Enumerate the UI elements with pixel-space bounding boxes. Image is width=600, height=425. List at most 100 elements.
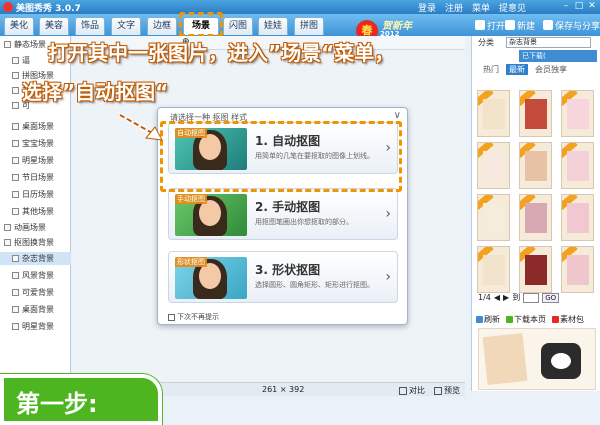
folder-icon — [12, 174, 19, 181]
category-holiday-scenes[interactable]: 节日场景 — [0, 171, 71, 184]
material-thumbnail[interactable] — [519, 194, 552, 241]
folder-icon — [12, 87, 19, 94]
category-desktop-scenes[interactable]: 桌面场景 — [0, 120, 71, 133]
tab-hot[interactable]: 热门 — [480, 64, 502, 75]
category-baby-scenes[interactable]: 宝宝场景 — [0, 137, 71, 150]
minimize-icon[interactable]: – — [560, 1, 572, 12]
category-label: 风景背景 — [22, 271, 54, 280]
category-label: 逼 — [22, 56, 30, 65]
chevron-right-icon: › — [385, 269, 391, 285]
top-links: 登录 注册 菜单 提意见 — [418, 1, 526, 14]
prev-page-icon[interactable]: ◀ — [494, 293, 500, 302]
refresh-button[interactable]: 刷新 — [476, 313, 500, 325]
category-animated-scenes[interactable]: 动画场景 — [0, 221, 71, 234]
category-star-background[interactable]: 明星背景 — [0, 320, 71, 333]
category-label: 宝宝场景 — [22, 139, 54, 148]
next-page-icon[interactable]: ▶ — [503, 293, 509, 302]
go-button[interactable]: GO — [542, 292, 560, 303]
register-link[interactable]: 注册 — [445, 1, 463, 14]
option-desc: 用抠图笔圈出你想抠取的部分。 — [255, 218, 353, 226]
material-thumbnail[interactable] — [561, 194, 594, 241]
collapse-icon[interactable]: ∨ — [394, 110, 401, 121]
category-cutout-background[interactable]: 抠图换背景 — [0, 236, 71, 249]
folder-icon — [4, 41, 11, 48]
tab-frame[interactable]: 边框 — [147, 17, 177, 35]
material-thumbnail[interactable] — [477, 194, 510, 241]
pager: 1/4 ◀ ▶ 到 GO — [478, 292, 560, 303]
category-label: 日历场景 — [22, 190, 54, 199]
category-landscape-background[interactable]: 风景背景 — [0, 269, 71, 282]
maximize-icon[interactable]: □ — [573, 1, 585, 12]
folder-icon — [475, 20, 485, 30]
manual-cutout-thumbnail: 手动抠图 — [175, 194, 247, 236]
folder-icon — [12, 72, 19, 79]
login-link[interactable]: 登录 — [418, 1, 436, 14]
category-label: 其他场景 — [22, 207, 54, 216]
download-icon — [506, 315, 513, 323]
new-button[interactable]: 新建 — [505, 18, 535, 32]
jump-label: 到 — [512, 293, 521, 302]
shape-cutout-thumbnail: 形状抠图 — [175, 257, 247, 299]
instruction-line-2: 选择”自动抠图“ — [22, 80, 169, 104]
material-pack-button[interactable]: 素材包 — [552, 313, 584, 325]
scene-tab-highlight — [179, 12, 223, 37]
category-cute-background[interactable]: 可爱背景 — [0, 286, 71, 299]
material-thumbnail[interactable] — [561, 142, 594, 189]
save-share-button[interactable]: 保存与分享 — [543, 18, 600, 32]
arrow-icon — [118, 112, 163, 141]
shape-cutout-option[interactable]: 形状抠图 3. 形状抠图 选择圆形、圆角矩形、矩形进行抠图。 › — [168, 251, 398, 303]
material-thumbnail[interactable] — [519, 246, 552, 293]
tab-doll[interactable]: 娃娃 — [258, 17, 288, 35]
promo-cards-image — [482, 333, 528, 385]
compare-button[interactable]: 对比 — [399, 385, 425, 396]
category-select[interactable]: 杂志背景 — [506, 37, 591, 48]
preview-label: 预览 — [444, 386, 460, 395]
material-thumbnail[interactable] — [519, 90, 552, 137]
tab-collage[interactable]: 拼图 — [294, 17, 324, 35]
tab-beauty[interactable]: 美容 — [39, 17, 69, 35]
folder-icon — [12, 323, 19, 330]
tab-beautify[interactable]: 美化 — [4, 17, 34, 35]
category-select-label: 分类 — [478, 38, 494, 47]
material-thumbnail[interactable] — [477, 142, 510, 189]
category-magazine-background[interactable]: 杂志背景 — [0, 252, 71, 265]
image-dimensions: 261 × 392 — [262, 385, 305, 394]
folder-icon — [12, 123, 19, 130]
folder-icon — [4, 224, 11, 231]
feedback-link[interactable]: 提意见 — [499, 1, 526, 14]
category-desktop-background[interactable]: 桌面背景 — [0, 303, 71, 316]
category-star-scenes[interactable]: 明星场景 — [0, 154, 71, 167]
menu-link[interactable]: 菜单 — [472, 1, 490, 14]
promo-banner[interactable] — [478, 328, 596, 390]
tab-accessories[interactable]: 饰品 — [75, 17, 105, 35]
downloaded-filter[interactable]: 已下载( — [519, 50, 597, 62]
close-icon[interactable]: ✕ — [586, 1, 598, 12]
dont-show-again-checkbox[interactable]: 下次不再提示 — [168, 312, 219, 322]
download-page-button[interactable]: 下载本页 — [506, 313, 546, 325]
step-badge: 第一步: — [0, 374, 162, 425]
open-button[interactable]: 打开 — [475, 18, 505, 32]
checkbox-icon[interactable] — [168, 313, 175, 321]
folder-icon — [12, 289, 19, 296]
material-thumbnail[interactable] — [477, 246, 510, 293]
category-label: 抠图换背景 — [14, 238, 54, 247]
preview-button[interactable]: 预览 — [434, 385, 460, 396]
material-thumbnail[interactable] — [561, 246, 594, 293]
download-label: 下载本页 — [514, 314, 546, 324]
folder-icon — [12, 57, 19, 64]
material-pack-label: 素材包 — [560, 314, 584, 324]
category-calendar-scenes[interactable]: 日历场景 — [0, 188, 71, 201]
category-other-scenes[interactable]: 其他场景 — [0, 205, 71, 218]
material-thumbnail[interactable] — [519, 142, 552, 189]
page-input[interactable] — [523, 292, 540, 303]
tab-member[interactable]: 会员独享 — [532, 64, 570, 75]
step-label: 第一步: — [16, 390, 98, 418]
material-thumbnail[interactable] — [477, 90, 510, 137]
tab-newest[interactable]: 最新 — [506, 64, 528, 75]
preview-icon — [434, 386, 442, 395]
manual-cutout-option[interactable]: 手动抠图 2. 手动抠图 用抠图笔圈出你想抠取的部分。 › — [168, 188, 398, 240]
tab-text[interactable]: 文字 — [111, 17, 141, 35]
tab-flash[interactable]: 闪图 — [223, 17, 253, 35]
material-thumbnail[interactable] — [561, 90, 594, 137]
option-tag: 手动抠图 — [175, 194, 207, 204]
